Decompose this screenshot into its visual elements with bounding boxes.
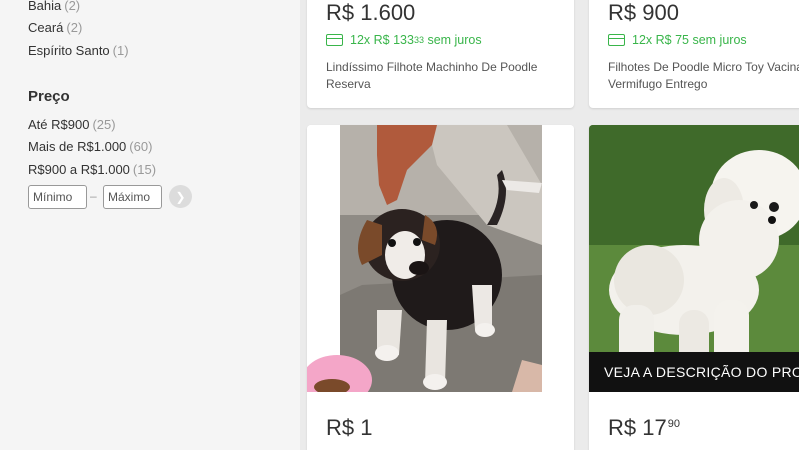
min-price-input[interactable] bbox=[28, 185, 87, 209]
installment-amount: 12x R$ 75 bbox=[632, 33, 689, 47]
installment-suffix: sem juros bbox=[692, 33, 747, 47]
product-title[interactable]: Lindíssimo Filhote Machinho De Poodle Re… bbox=[326, 59, 566, 93]
filter-state-espirito-santo[interactable]: Espírito Santo (1) bbox=[28, 43, 129, 58]
description-banner: VEJA A DESCRIÇÃO DO PRODUTO bbox=[589, 352, 799, 392]
filter-label: Ceará bbox=[28, 20, 64, 35]
installment-cents: 33 bbox=[413, 35, 424, 45]
product-card[interactable]: R$ 1 bbox=[307, 125, 574, 450]
max-price-input[interactable] bbox=[103, 185, 162, 209]
filter-count: (60) bbox=[129, 139, 153, 154]
price-cents: 90 bbox=[667, 418, 680, 430]
installment-amount: 12x R$ 133 bbox=[350, 33, 414, 47]
filter-label: Mais de R$1.000 bbox=[28, 139, 127, 154]
filter-state-bahia[interactable]: Bahia (2) bbox=[28, 0, 80, 13]
product-image[interactable]: VEJA A DESCRIÇÃO DO PRODUTO bbox=[589, 125, 799, 392]
filter-label: Bahia bbox=[28, 0, 62, 13]
product-card[interactable]: R$ 1.600 12x R$ 133 33 sem juros Lindíssi… bbox=[307, 0, 574, 108]
product-price: R$ 1.600 bbox=[326, 0, 416, 25]
filter-price-up-to-900[interactable]: Até R$900 (25) bbox=[28, 117, 116, 132]
apply-price-button[interactable]: ❯ bbox=[169, 185, 192, 208]
price-main: R$ 1 bbox=[326, 415, 373, 440]
filters-sidebar: Bahia (2) Ceará (2) Espírito Santo (1) Preç… bbox=[0, 0, 300, 450]
product-card[interactable]: R$ 900 12x R$ 75 sem juros Filhotes De P… bbox=[589, 0, 799, 108]
installment-info: 12x R$ 133 33 sem juros bbox=[326, 33, 482, 47]
product-price: R$ 1790 bbox=[608, 415, 680, 441]
product-price: R$ 1 bbox=[326, 415, 372, 441]
filter-count: (1) bbox=[112, 43, 129, 58]
filter-price-over-1000[interactable]: Mais de R$1.000 (60) bbox=[28, 139, 152, 154]
filter-count: (2) bbox=[64, 0, 81, 13]
product-card[interactable]: VEJA A DESCRIÇÃO DO PRODUTO R$ 1790 bbox=[589, 125, 799, 450]
price-main: R$ 17 bbox=[608, 415, 667, 440]
installment-info: 12x R$ 75 sem juros bbox=[608, 33, 747, 47]
filter-count: (15) bbox=[132, 162, 157, 177]
puppy-photo-icon bbox=[307, 125, 574, 392]
filter-label: R$900 a R$1.000 bbox=[28, 162, 130, 177]
product-image[interactable] bbox=[307, 125, 574, 392]
credit-card-icon bbox=[326, 34, 343, 46]
credit-card-icon bbox=[608, 34, 625, 46]
filter-state-ceara[interactable]: Ceará (2) bbox=[28, 20, 82, 35]
product-title[interactable]: Filhotes De Poodle Micro Toy Vacinado Ve… bbox=[608, 59, 799, 93]
product-price: R$ 900 bbox=[608, 0, 679, 25]
range-dash: – bbox=[90, 189, 97, 203]
filter-label: Até R$900 bbox=[28, 117, 90, 132]
chevron-right-icon: ❯ bbox=[175, 189, 186, 204]
filter-label: Espírito Santo bbox=[28, 43, 110, 58]
filter-count: (2) bbox=[66, 20, 83, 35]
installment-suffix: sem juros bbox=[427, 33, 482, 47]
filter-price-900-to-1000[interactable]: R$900 a R$1.000 (15) bbox=[28, 162, 156, 177]
filter-count: (25) bbox=[92, 117, 116, 132]
price-filter-title: Preço bbox=[28, 88, 70, 105]
